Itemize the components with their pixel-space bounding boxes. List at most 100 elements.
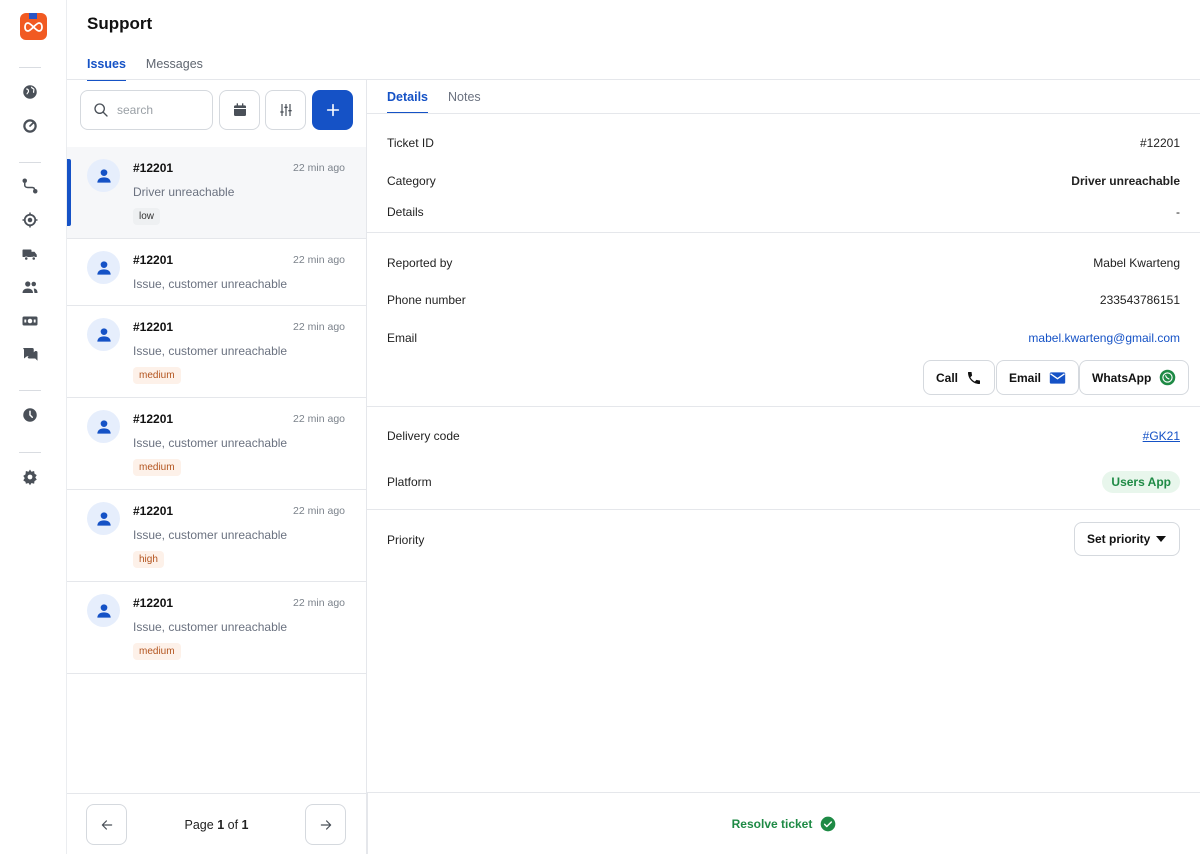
tab-details[interactable]: Details — [387, 90, 428, 114]
ticket-description: Issue, customer unreachable — [133, 436, 288, 450]
ticket-id-label: Ticket ID — [387, 136, 434, 150]
add-ticket-button[interactable] — [312, 90, 353, 130]
priority-badge: medium — [133, 367, 181, 384]
app-logo[interactable] — [20, 13, 47, 40]
ticket-id: #12201 — [133, 504, 174, 518]
ticket-description: Issue, customer unreachable — [133, 620, 288, 634]
email-button-label: Email — [1009, 370, 1042, 385]
arrow-right-icon — [320, 819, 331, 830]
detail-tabs: Details Notes — [387, 90, 481, 114]
globe-icon[interactable] — [19, 81, 41, 103]
ticket-item[interactable]: #12201 22 min ago Issue, customer unreac… — [67, 239, 366, 306]
ticket-time: 22 min ago — [293, 597, 345, 609]
ticket-time: 22 min ago — [293, 162, 345, 174]
section-divider — [367, 232, 1200, 233]
users-icon[interactable] — [19, 276, 41, 298]
ticket-description: Issue, customer unreachable — [133, 528, 288, 542]
ticket-item[interactable]: #12201 22 min ago Issue, customer unreac… — [67, 582, 366, 674]
speedometer-icon[interactable] — [19, 115, 41, 137]
tab-issues[interactable]: Issues — [87, 57, 126, 81]
category-value: Driver unreachable — [1071, 174, 1180, 188]
ticket-time: 22 min ago — [293, 413, 345, 425]
route-icon[interactable] — [19, 175, 41, 197]
settings-gear-icon[interactable] — [19, 466, 41, 488]
page-current: 1 — [217, 818, 225, 832]
ticket-item[interactable]: #12201 22 min ago Issue, customer unreac… — [67, 398, 366, 490]
search-box[interactable] — [80, 90, 213, 130]
user-icon — [96, 603, 111, 618]
rail-divider — [19, 452, 41, 453]
page-of: of — [227, 818, 239, 832]
ticket-list-panel: #12201 22 min ago Driver unreachable low… — [67, 80, 367, 854]
platform-label: Platform — [387, 475, 432, 489]
search-input[interactable] — [117, 103, 207, 117]
ticket-id: #12201 — [133, 320, 174, 334]
ticket-detail-panel: Details Notes Ticket ID #12201 Category … — [367, 80, 1200, 854]
nav-rail — [0, 0, 67, 854]
email-button[interactable]: Email — [996, 360, 1080, 395]
avatar — [87, 594, 120, 627]
chat-icon[interactable] — [19, 343, 41, 365]
resolve-label: Resolve ticket — [731, 816, 813, 831]
sliders-icon — [279, 104, 292, 116]
ticket-description: Driver unreachable — [133, 185, 235, 199]
ticket-time: 22 min ago — [293, 321, 345, 333]
ticket-list: #12201 22 min ago Driver unreachable low… — [67, 147, 366, 674]
call-label: Call — [936, 370, 959, 385]
page-total: 1 — [241, 818, 249, 832]
page-prefix: Page — [184, 818, 214, 832]
pagination: Page 1 of 1 — [67, 793, 366, 854]
tab-notes[interactable]: Notes — [448, 90, 481, 114]
phone-value: 233543786151 — [1099, 293, 1180, 307]
avatar — [87, 251, 120, 284]
email-label: Email — [387, 331, 418, 345]
rail-divider — [19, 162, 41, 163]
email-link[interactable]: mabel.kwarteng@gmail.com — [1028, 331, 1180, 345]
user-icon — [96, 168, 111, 183]
call-button[interactable]: Call — [923, 360, 996, 395]
plus-icon — [326, 103, 339, 117]
priority-badge: low — [133, 208, 161, 225]
avatar — [87, 159, 120, 192]
ticket-description: Issue, customer unreachable — [133, 277, 288, 291]
delivery-code-link[interactable]: #GK21 — [1143, 429, 1180, 443]
location-target-icon[interactable] — [19, 209, 41, 231]
user-icon — [96, 511, 111, 526]
clock-icon[interactable] — [19, 404, 41, 426]
ticket-item[interactable]: #12201 22 min ago Issue, customer unreac… — [67, 306, 366, 398]
reported-by-label: Reported by — [387, 256, 453, 270]
page-title: Support — [87, 14, 153, 33]
caret-down-icon — [1156, 536, 1166, 542]
ticket-id: #12201 — [133, 596, 174, 610]
ticket-item[interactable]: #12201 22 min ago Issue, customer unreac… — [67, 490, 366, 582]
resolve-ticket-button[interactable]: Resolve ticket — [367, 792, 1200, 854]
logo-flag — [29, 13, 37, 19]
check-circle-icon — [821, 816, 836, 831]
date-filter-button[interactable] — [219, 90, 260, 130]
next-page-button[interactable] — [305, 804, 346, 845]
ticket-item[interactable]: #12201 22 min ago Driver unreachable low — [67, 147, 366, 239]
cash-icon[interactable] — [19, 310, 41, 332]
priority-badge: high — [133, 551, 164, 568]
infinity-icon — [24, 22, 43, 32]
section-divider — [367, 406, 1200, 407]
priority-select-value: Set priority — [1087, 532, 1151, 546]
section-divider — [367, 509, 1200, 510]
whatsapp-button[interactable]: WhatsApp — [1079, 360, 1190, 395]
tab-messages[interactable]: Messages — [146, 57, 203, 81]
reported-by-value: Mabel Kwarteng — [1093, 256, 1180, 270]
user-icon — [96, 419, 111, 434]
priority-badge: medium — [133, 459, 181, 476]
details-value: - — [1176, 205, 1180, 219]
mail-icon — [1049, 371, 1066, 384]
ticket-time: 22 min ago — [293, 505, 345, 517]
truck-icon[interactable] — [19, 243, 41, 265]
platform-badge: Users App — [1102, 471, 1180, 493]
rail-divider — [19, 67, 41, 68]
ticket-time: 22 min ago — [293, 254, 345, 266]
phone-icon — [968, 371, 981, 384]
filter-settings-button[interactable] — [265, 90, 306, 130]
user-icon — [96, 260, 111, 275]
priority-select[interactable]: Set priority — [1074, 522, 1180, 556]
avatar — [87, 502, 120, 535]
